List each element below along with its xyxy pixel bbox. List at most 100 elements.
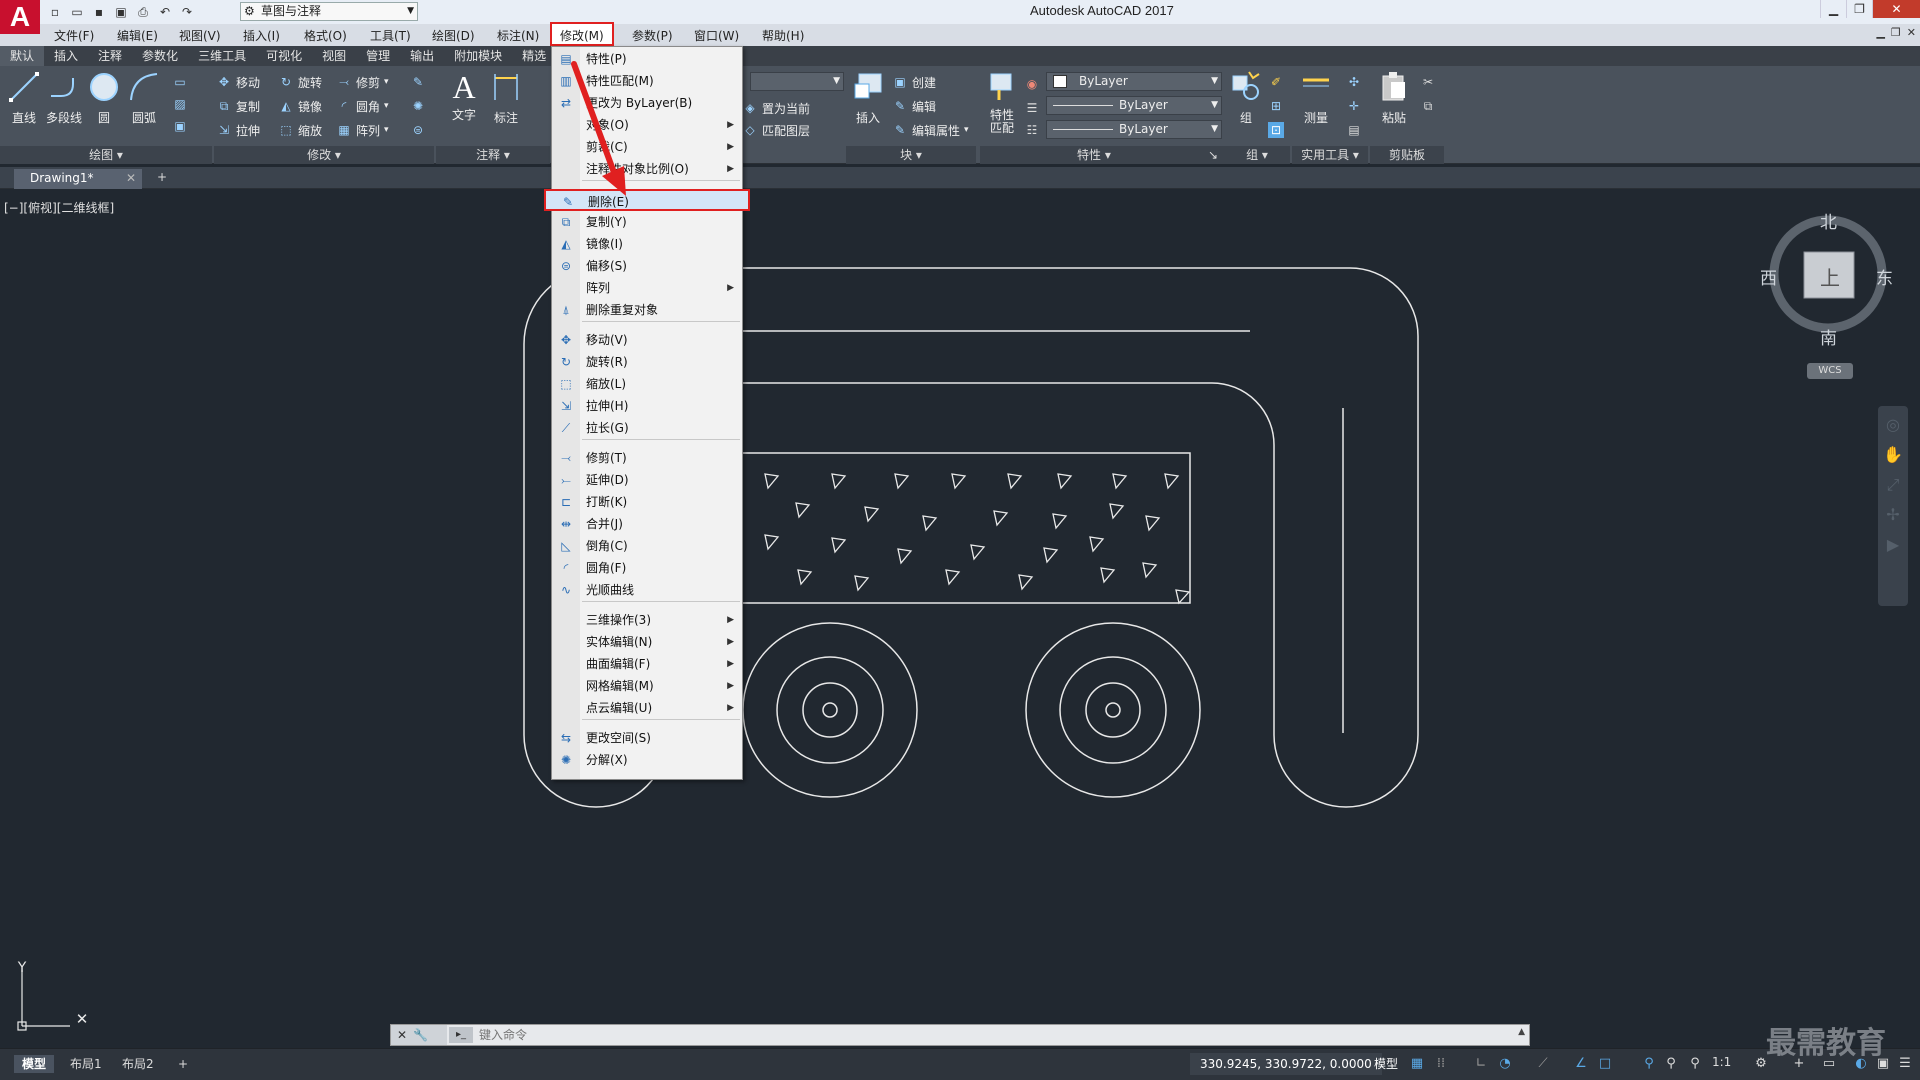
menu-item[interactable]: ⇹ 合并(J) <box>552 513 742 535</box>
showmotion-icon[interactable]: ▶ <box>1882 534 1904 556</box>
menu-item[interactable]: ⇆ 更改空间(S) <box>552 727 742 749</box>
close-icon[interactable]: ✕ <box>397 1028 407 1042</box>
layout-tab-2[interactable]: 布局2 <box>114 1055 162 1073</box>
menu-modify[interactable]: 修改(M) <box>550 22 614 46</box>
menu-item[interactable]: 网格编辑(M) ▶ <box>552 675 742 697</box>
command-input[interactable] <box>479 1027 1459 1043</box>
menu-item[interactable]: ✥ 移动(V) <box>552 329 742 351</box>
isodraft-icon[interactable]: ⟋ <box>1534 1055 1552 1073</box>
calculator-button[interactable]: ▤ <box>1346 120 1362 140</box>
lineweight-select[interactable]: ByLayer ▼ <box>1046 96 1222 115</box>
clipboard-panel-title[interactable]: 剪贴板 <box>1370 146 1444 164</box>
lineweight-button[interactable]: ☰ <box>1024 98 1040 118</box>
hatch-tool[interactable]: ▨ <box>172 94 188 114</box>
menu-item[interactable]: ⤙ 修剪(T) <box>552 447 742 469</box>
save-icon[interactable]: ▪ <box>90 3 108 21</box>
tab-manage[interactable]: 管理 <box>356 46 400 66</box>
doc-minimize-button[interactable]: ▁ <box>1876 26 1884 39</box>
annotation-scale-icon[interactable]: ⚲ <box>1686 1055 1704 1073</box>
tab-featured[interactable]: 精选 <box>512 46 556 66</box>
drawing-canvas[interactable]: [−][俯视][二维线框] Y ✕ <box>0 190 1920 1048</box>
group-select-button[interactable]: ⊡ <box>1268 120 1284 140</box>
menu-file[interactable]: 文件(F) <box>54 27 94 44</box>
menu-edit[interactable]: 编辑(E) <box>117 27 158 44</box>
dimension-tool[interactable]: 标注 <box>486 70 526 126</box>
menu-format[interactable]: 格式(O) <box>304 27 347 44</box>
ortho-icon[interactable]: ∟ <box>1472 1055 1490 1073</box>
menu-item[interactable]: 三维操作(3) ▶ <box>552 609 742 631</box>
layout-tab-model[interactable]: 模型 <box>14 1055 55 1073</box>
undo-icon[interactable]: ↶ <box>156 3 174 21</box>
layer-dropdown[interactable]: ▼ <box>750 72 844 91</box>
text-tool[interactable]: A 文字 <box>444 70 484 123</box>
orbit-icon[interactable]: ✢ <box>1882 504 1904 526</box>
open-file-icon[interactable]: ▭ <box>68 3 86 21</box>
mirror-tool[interactable]: ◭ 镜像 <box>278 96 322 116</box>
menu-parametric[interactable]: 参数(P) <box>632 27 673 44</box>
insert-block-tool[interactable]: 插入 <box>848 70 888 126</box>
annotation-visibility-icon[interactable]: ⚲ <box>1640 1055 1658 1073</box>
object-snap-tracking-icon[interactable]: ∠ <box>1572 1055 1590 1073</box>
polar-icon[interactable]: ◔ <box>1496 1055 1514 1073</box>
tab-3d-tools[interactable]: 三维工具 <box>188 46 256 66</box>
scale-tool[interactable]: ⬚ 缩放 <box>278 120 322 140</box>
menu-window[interactable]: 窗口(W) <box>694 27 739 44</box>
rotate-tool[interactable]: ↻ 旋转 <box>278 72 322 92</box>
trim-tool[interactable]: ⤙ 修剪 ▾ <box>336 72 388 92</box>
wcs-menu[interactable]: WCS <box>1807 363 1853 379</box>
close-button[interactable]: ✕ <box>1872 0 1920 18</box>
offset-tool[interactable]: ⊜ <box>410 120 426 140</box>
block-panel-title[interactable]: 块 ▾ <box>846 146 976 164</box>
snap-icon[interactable]: ⁞⁞ <box>1432 1055 1450 1073</box>
grid-icon[interactable]: ▦ <box>1408 1055 1426 1073</box>
menu-item[interactable]: 实体编辑(N) ▶ <box>552 631 742 653</box>
menu-item[interactable]: ∿ 光顺曲线 <box>552 579 742 601</box>
panel-expand-icon[interactable]: ↘ <box>1208 146 1218 164</box>
menu-item[interactable]: ◭ 镜像(I) <box>552 233 742 255</box>
menu-dimension[interactable]: 标注(N) <box>497 27 539 44</box>
add-layout-button[interactable]: + <box>170 1055 196 1073</box>
menu-help[interactable]: 帮助(H) <box>762 27 804 44</box>
move-tool[interactable]: ✥ 移动 <box>216 72 260 92</box>
point-button[interactable]: ✛ <box>1346 96 1362 116</box>
ungroup-button[interactable]: ✐ <box>1268 72 1284 92</box>
cut-button[interactable]: ✂ <box>1420 72 1436 92</box>
arc-tool[interactable]: 圆弧 <box>124 70 164 126</box>
group-edit-button[interactable]: ⊞ <box>1268 96 1284 116</box>
command-prompt-icon[interactable]: ▸_ <box>449 1027 473 1043</box>
copy-tool[interactable]: ⧉ 复制 <box>216 96 260 116</box>
groups-panel-title[interactable]: 组 ▾ <box>1224 146 1290 164</box>
paste-tool[interactable]: 粘贴 <box>1374 70 1414 126</box>
menu-item[interactable]: ⟋ 拉长(G) <box>552 417 742 439</box>
new-tab-button[interactable]: + <box>152 170 172 186</box>
viewcube[interactable]: 北 南 东 西 上 <box>1760 212 1893 349</box>
fillet-tool[interactable]: ◜ 圆角 ▾ <box>336 96 389 116</box>
region-tool[interactable]: ▣ <box>172 116 188 136</box>
menu-item[interactable]: ✎ 删除(E) <box>544 189 750 211</box>
menu-item[interactable]: ◺ 倒角(C) <box>552 535 742 557</box>
viewcube-east[interactable]: 东 <box>1876 264 1893 289</box>
menu-insert[interactable]: 插入(I) <box>243 27 280 44</box>
workspace-select[interactable]: ⚙ 草图与注释 ▼ <box>240 2 418 21</box>
utilities-panel-title[interactable]: 实用工具 ▾ <box>1292 146 1368 164</box>
menu-item[interactable]: ✺ 分解(X) <box>552 749 742 771</box>
model-space-toggle[interactable]: 模型 <box>1374 1055 1398 1072</box>
menu-item[interactable]: ⇲ 拉伸(H) <box>552 395 742 417</box>
viewcube-north[interactable]: 北 <box>1820 208 1837 233</box>
menu-item[interactable]: 剪裁(C) ▶ <box>552 136 742 158</box>
menu-item[interactable]: ▤ 特性(P) <box>552 48 742 70</box>
menu-item[interactable]: ▥ 特性匹配(M) <box>552 70 742 92</box>
restore-button[interactable]: ❐ <box>1846 0 1872 18</box>
line-tool[interactable]: 直线 <box>4 70 44 126</box>
circle-tool[interactable]: 圆 <box>84 70 124 126</box>
menu-item[interactable]: ⇄ 更改为 ByLayer(B) <box>552 92 742 114</box>
menu-item[interactable]: 点云编辑(U) ▶ <box>552 697 742 719</box>
properties-panel-title[interactable]: 特性 ▾ ↘ <box>980 146 1224 164</box>
menu-item[interactable]: ↻ 旋转(R) <box>552 351 742 373</box>
color-select[interactable]: ByLayer ▼ <box>1046 72 1222 91</box>
menu-item[interactable]: 对象(O) ▶ <box>552 114 742 136</box>
tab-view[interactable]: 视图 <box>312 46 356 66</box>
annotation-scale-value[interactable]: 1:1 <box>1712 1055 1731 1069</box>
linetype-select[interactable]: ByLayer ▼ <box>1046 120 1222 139</box>
minimize-button[interactable]: ▁ <box>1820 0 1846 18</box>
